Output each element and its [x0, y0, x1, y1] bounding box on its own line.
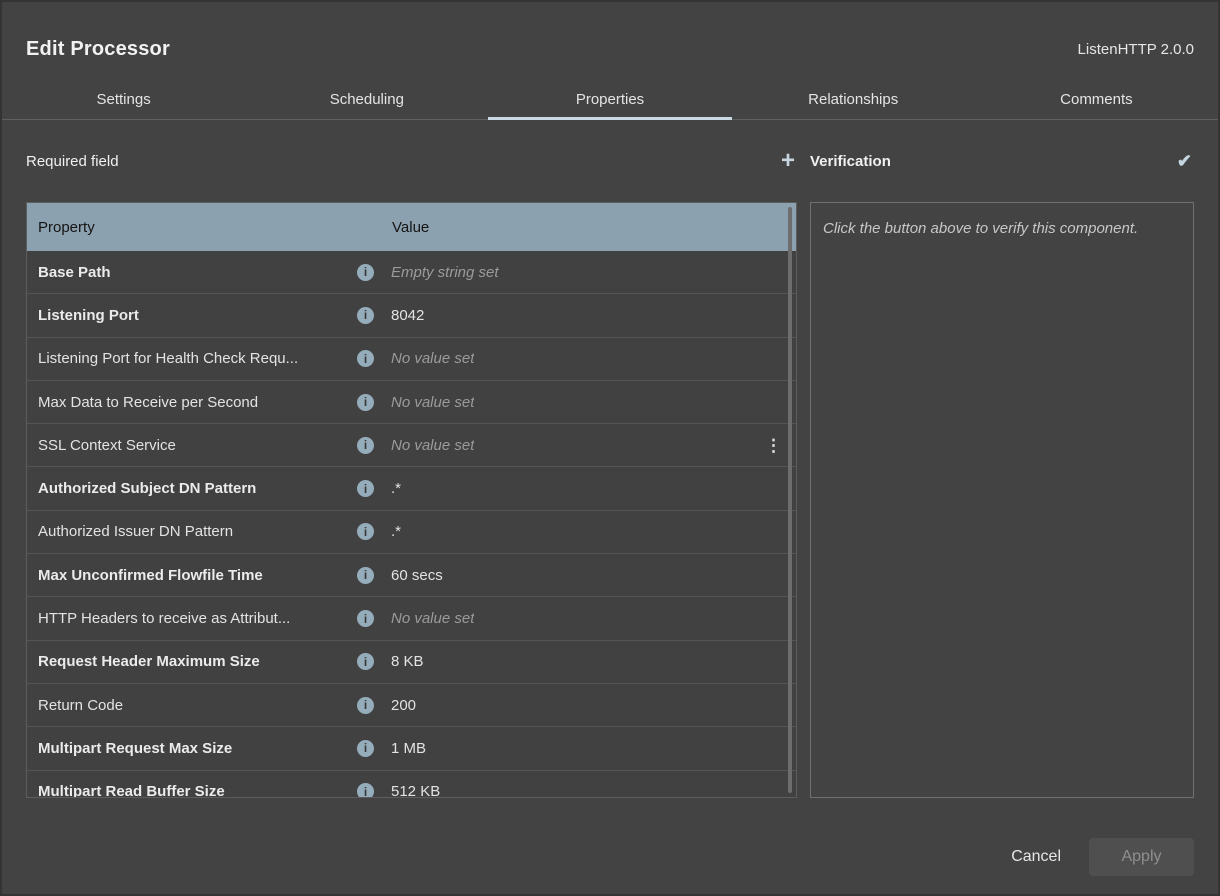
- verification-panel: Verification ✔ Click the button above to…: [810, 144, 1194, 798]
- table-scrollbar[interactable]: [788, 207, 792, 793]
- column-header-property: Property: [38, 219, 392, 236]
- table-row[interactable]: Max Data to Receive per Second i No valu…: [27, 381, 796, 424]
- property-name: Max Unconfirmed Flowfile Time: [38, 567, 357, 584]
- table-row[interactable]: SSL Context Service i No value set ⋮: [27, 424, 796, 467]
- table-row[interactable]: Multipart Read Buffer Size i 512 KB ⋮: [27, 771, 796, 798]
- property-value: .*: [391, 523, 401, 540]
- property-name: Listening Port for Health Check Requ...: [38, 350, 357, 367]
- add-property-button[interactable]: +: [779, 149, 797, 173]
- property-value: 8042: [391, 307, 424, 324]
- apply-button[interactable]: Apply: [1089, 838, 1194, 876]
- processor-type-version: ListenHTTP 2.0.0: [1078, 41, 1194, 58]
- check-icon: ✔: [1177, 151, 1192, 171]
- kebab-menu-icon[interactable]: ⋮: [765, 437, 782, 454]
- dialog-footer: Cancel Apply: [2, 798, 1218, 896]
- property-name: Request Header Maximum Size: [38, 653, 357, 670]
- table-row[interactable]: Authorized Subject DN Pattern i .* ⋮: [27, 467, 796, 510]
- property-value: .*: [391, 480, 401, 497]
- table-row[interactable]: Multipart Request Max Size i 1 MB ⋮: [27, 727, 796, 770]
- property-value: Empty string set: [391, 264, 499, 281]
- property-value: 200: [391, 697, 416, 714]
- property-value: No value set: [391, 350, 474, 367]
- property-value: 60 secs: [391, 567, 443, 584]
- page-title: Edit Processor: [26, 38, 170, 61]
- info-icon: i: [357, 264, 374, 281]
- property-value: 8 KB: [391, 653, 424, 670]
- info-icon: i: [357, 783, 374, 798]
- table-header-row: Property Value: [27, 203, 796, 251]
- property-name: Multipart Request Max Size: [38, 740, 357, 757]
- property-value: 1 MB: [391, 740, 426, 757]
- info-icon: i: [357, 653, 374, 670]
- table-row[interactable]: Listening Port i 8042 ⋮: [27, 294, 796, 337]
- cancel-button[interactable]: Cancel: [1007, 840, 1065, 874]
- verification-panel-header: Verification ✔: [810, 144, 1194, 178]
- tab-properties[interactable]: Properties: [488, 80, 731, 119]
- properties-panel: Required field + Property Value Base Pat…: [26, 144, 797, 798]
- info-icon: i: [357, 350, 374, 367]
- dialog-header: Edit Processor ListenHTTP 2.0.0: [2, 18, 1218, 80]
- plus-icon: +: [781, 147, 795, 174]
- column-header-value: Value: [392, 219, 429, 236]
- tab-scheduling[interactable]: Scheduling: [245, 80, 488, 119]
- dialog-content: Required field + Property Value Base Pat…: [2, 120, 1218, 798]
- info-icon: i: [357, 567, 374, 584]
- property-name: Return Code: [38, 697, 357, 714]
- property-name: Authorized Issuer DN Pattern: [38, 523, 357, 540]
- properties-panel-header: Required field +: [26, 144, 797, 178]
- verification-message: Click the button above to verify this co…: [823, 217, 1153, 241]
- tab-comments[interactable]: Comments: [975, 80, 1218, 119]
- verify-button[interactable]: ✔: [1175, 152, 1194, 170]
- property-name: Base Path: [38, 264, 357, 281]
- tab-relationships[interactable]: Relationships: [732, 80, 975, 119]
- table-body: Base Path i Empty string set ⋮ Listening…: [27, 251, 796, 798]
- property-value: No value set: [391, 394, 474, 411]
- table-row[interactable]: Base Path i Empty string set ⋮: [27, 251, 796, 294]
- info-icon: i: [357, 480, 374, 497]
- info-icon: i: [357, 307, 374, 324]
- table-row[interactable]: Listening Port for Health Check Requ... …: [27, 338, 796, 381]
- info-icon: i: [357, 697, 374, 714]
- property-name: Multipart Read Buffer Size: [38, 783, 357, 798]
- property-name: Listening Port: [38, 307, 357, 324]
- verification-results-box: Click the button above to verify this co…: [810, 202, 1194, 798]
- table-row[interactable]: Max Unconfirmed Flowfile Time i 60 secs …: [27, 554, 796, 597]
- info-icon: i: [357, 394, 374, 411]
- info-icon: i: [357, 523, 374, 540]
- property-name: Max Data to Receive per Second: [38, 394, 357, 411]
- verification-heading: Verification: [810, 153, 891, 170]
- required-field-label: Required field: [26, 153, 119, 170]
- table-row[interactable]: Authorized Issuer DN Pattern i .* ⋮: [27, 511, 796, 554]
- properties-table: Property Value Base Path i Empty string …: [26, 202, 797, 798]
- info-icon: i: [357, 740, 374, 757]
- table-row[interactable]: Request Header Maximum Size i 8 KB ⋮: [27, 641, 796, 684]
- table-row[interactable]: HTTP Headers to receive as Attribut... i…: [27, 597, 796, 640]
- property-value: No value set: [391, 437, 474, 454]
- edit-processor-dialog: Edit Processor ListenHTTP 2.0.0 Settings…: [0, 0, 1220, 896]
- property-name: HTTP Headers to receive as Attribut...: [38, 610, 357, 627]
- info-icon: i: [357, 610, 374, 627]
- tab-bar: Settings Scheduling Properties Relations…: [2, 80, 1218, 120]
- property-name: Authorized Subject DN Pattern: [38, 480, 357, 497]
- property-value: No value set: [391, 610, 474, 627]
- tab-settings[interactable]: Settings: [2, 80, 245, 119]
- info-icon: i: [357, 437, 374, 454]
- property-name: SSL Context Service: [38, 437, 357, 454]
- property-value: 512 KB: [391, 783, 440, 798]
- table-row[interactable]: Return Code i 200 ⋮: [27, 684, 796, 727]
